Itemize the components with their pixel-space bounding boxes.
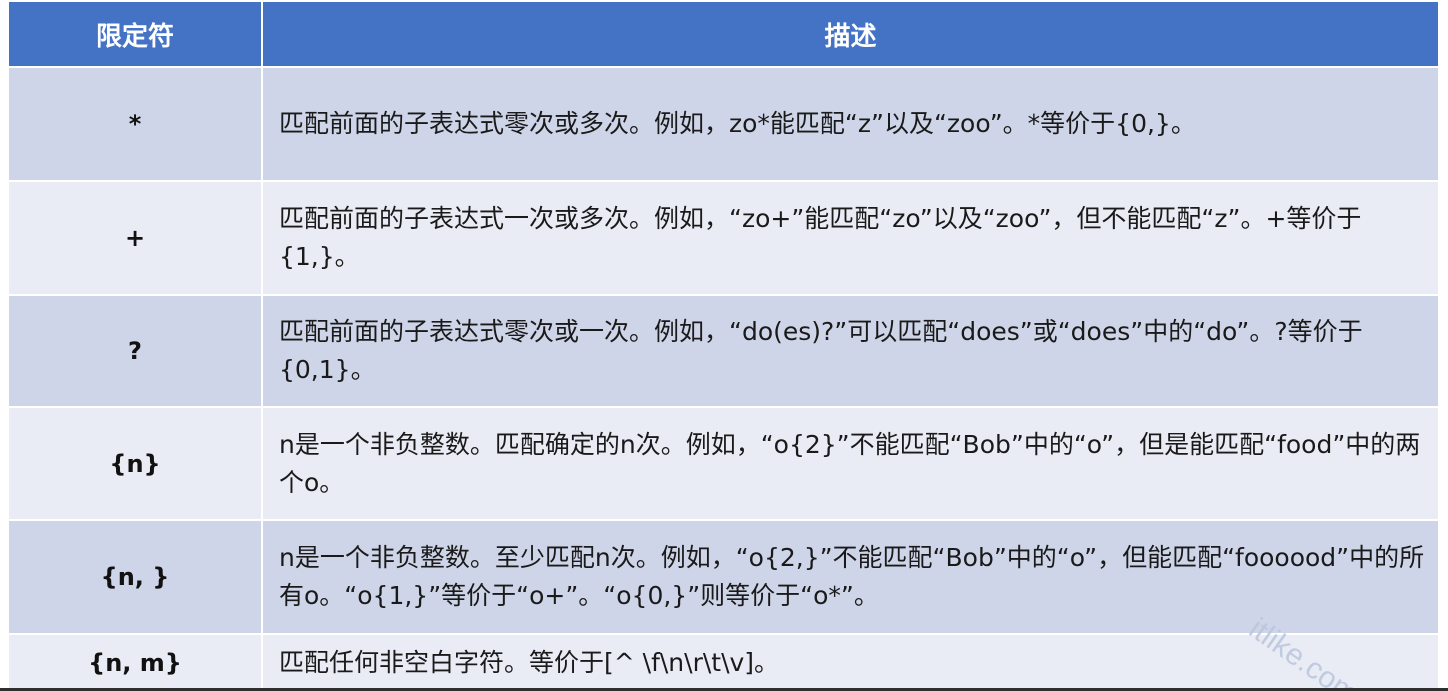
- table-row: {n, m} 匹配任何非空白字符。等价于[^ \f\n\r\t\v]。: [7, 633, 1440, 691]
- table-row: * 匹配前面的子表达式零次或多次。例如，zo*能匹配“z”以及“zoo”。*等价…: [7, 66, 1440, 182]
- row-description: 匹配前面的子表达式零次或一次。例如，“do(es)?”可以匹配“does”或“d…: [261, 294, 1440, 408]
- header-description: 描述: [261, 0, 1440, 68]
- row-description: 匹配前面的子表达式零次或多次。例如，zo*能匹配“z”以及“zoo”。*等价于{…: [261, 66, 1440, 182]
- row-quantifier: {n, }: [7, 519, 263, 635]
- row-description: 匹配前面的子表达式一次或多次。例如，“zo+”能匹配“zo”以及“zoo”，但不…: [261, 180, 1440, 296]
- quantifier-table: 限定符 描述 * 匹配前面的子表达式零次或多次。例如，zo*能匹配“z”以及“z…: [7, 0, 1440, 691]
- table-header-row: 限定符 描述: [7, 0, 1440, 68]
- row-quantifier: {n, m}: [7, 633, 263, 691]
- row-quantifier: ?: [7, 294, 263, 408]
- header-quantifier: 限定符: [7, 0, 263, 68]
- table-row: {n, } n是一个非负整数。至少匹配n次。例如，“o{2,}”不能匹配“Bob…: [7, 519, 1440, 635]
- page: 限定符 描述 * 匹配前面的子表达式零次或多次。例如，zo*能匹配“z”以及“z…: [0, 0, 1448, 691]
- table-row: {n} n是一个非负整数。匹配确定的n次。例如，“o{2}”不能匹配“Bob”中…: [7, 406, 1440, 521]
- table-row: + 匹配前面的子表达式一次或多次。例如，“zo+”能匹配“zo”以及“zoo”，…: [7, 180, 1440, 296]
- row-quantifier: {n}: [7, 406, 263, 521]
- row-description: n是一个非负整数。匹配确定的n次。例如，“o{2}”不能匹配“Bob”中的“o”…: [261, 406, 1440, 521]
- table-row: ? 匹配前面的子表达式零次或一次。例如，“do(es)?”可以匹配“does”或…: [7, 294, 1440, 408]
- row-quantifier: *: [7, 66, 263, 182]
- row-quantifier: +: [7, 180, 263, 296]
